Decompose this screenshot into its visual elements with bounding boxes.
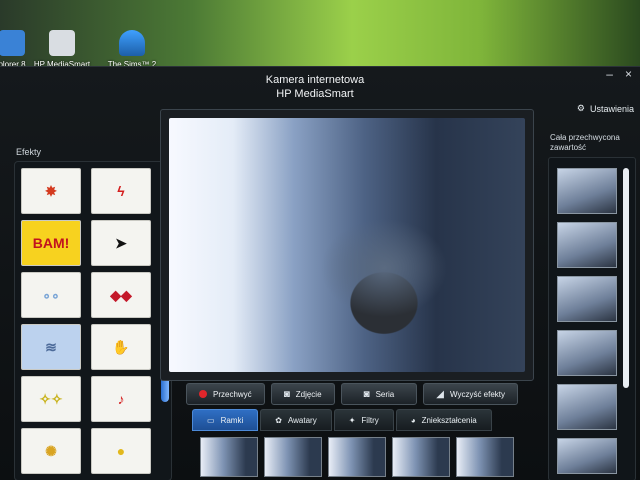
effect-star-burst[interactable]: ✸: [21, 168, 81, 214]
capture-thumbnail[interactable]: [557, 384, 617, 430]
captures-panel: [548, 157, 636, 480]
desktop-icon-sims[interactable]: The Sims™ 2: [96, 30, 168, 69]
live-video-preview: [169, 118, 525, 372]
capture-actions: Przechwyć ◙ Zdjęcie ◙ Seria ◢ Wyczyść ef…: [186, 383, 519, 405]
capture-thumbnail[interactable]: [557, 438, 617, 474]
minimize-button[interactable]: –: [606, 67, 613, 81]
capture-thumbnail[interactable]: [557, 276, 617, 322]
effect-music-note[interactable]: ♪: [91, 376, 151, 422]
capture-thumbnail[interactable]: [557, 168, 617, 214]
frame-thumbnail[interactable]: [264, 437, 322, 477]
camera-icon: ◙: [283, 388, 290, 400]
window-controls: – ×: [606, 67, 632, 81]
effect-fireworks[interactable]: ✺: [21, 428, 81, 474]
tab-label: Awatary: [287, 415, 317, 425]
window-title-line1: Kamera internetowa: [265, 74, 365, 86]
effect-lamp-hand[interactable]: ✋: [91, 324, 151, 370]
effect-tabs: ▭ Ramki ✿ Awatary ✦ Filtry ◕ Zniekształc…: [192, 409, 492, 431]
frame-thumbnail[interactable]: [392, 437, 450, 477]
record-label: Przechwyć: [213, 389, 252, 399]
tab-label: Filtry: [361, 415, 379, 425]
gear-icon: ⚙: [576, 103, 585, 113]
internet-explorer-icon: [0, 30, 25, 56]
captures-label: Cała przechwycona zawartość: [550, 133, 620, 152]
clear-effects-label: Wyczyść efekty: [449, 389, 506, 399]
window-title: Kamera internetowa HP MediaSmart: [210, 73, 420, 101]
record-icon: [199, 390, 207, 398]
effect-bubbles[interactable]: ∘∘: [21, 272, 81, 318]
sims-icon: [119, 30, 145, 56]
burst-label: Seria: [375, 389, 395, 399]
video-frame: [160, 109, 534, 381]
desktop-icon-hp-mediasmart[interactable]: HP MediaSmart: [26, 30, 98, 69]
avatar-icon: ✿: [275, 415, 282, 425]
effect-zigzag[interactable]: ϟ: [91, 168, 151, 214]
effects-label: Efekty: [16, 147, 42, 157]
clear-effects-button[interactable]: ◢ Wyczyść efekty: [423, 383, 519, 405]
effect-ice[interactable]: ≋: [21, 324, 81, 370]
tab-frames[interactable]: ▭ Ramki: [192, 409, 259, 431]
effect-sparks[interactable]: ✧✧: [21, 376, 81, 422]
distortion-icon: ◕: [410, 415, 416, 425]
window-title-line2: HP MediaSmart: [276, 88, 354, 100]
frame-thumbnail[interactable]: [456, 437, 514, 477]
photo-button[interactable]: ◙ Zdjęcie: [270, 383, 335, 405]
tab-distortions[interactable]: ◕ Zniekształcenia: [395, 409, 492, 431]
effects-grid: ✸ ϟ BAM! ➤ ∘∘ ◆◆ ≋ ✋ ✧✧ ♪ ✺ ●: [21, 168, 165, 474]
settings-button[interactable]: ⚙ Ustawienia: [577, 103, 634, 114]
captures-scrollbar[interactable]: [623, 168, 629, 388]
tab-label: Zniekształcenia: [421, 415, 477, 425]
frame-thumbnail[interactable]: [328, 437, 386, 477]
close-button[interactable]: ×: [625, 67, 632, 81]
effect-lips[interactable]: ◆◆: [91, 272, 151, 318]
capture-thumbnail[interactable]: [557, 222, 617, 268]
effect-lightbulb[interactable]: ●: [91, 428, 151, 474]
frame-thumbnail[interactable]: [200, 437, 258, 477]
webcam-window: Kamera internetowa HP MediaSmart – × ⚙ U…: [0, 66, 640, 480]
tab-label: Ramki: [220, 415, 244, 425]
effects-panel: ✸ ϟ BAM! ➤ ∘∘ ◆◆ ≋ ✋ ✧✧ ♪ ✺ ●: [14, 161, 172, 480]
filter-icon: ✦: [348, 415, 356, 425]
record-button[interactable]: Przechwyć: [186, 383, 265, 405]
capture-thumbnail[interactable]: [557, 330, 617, 376]
tab-filters[interactable]: ✦ Filtry: [333, 409, 394, 431]
photo-label: Zdjęcie: [295, 389, 322, 399]
burst-button[interactable]: ◙ Seria: [340, 383, 418, 405]
tab-avatars[interactable]: ✿ Awatary: [260, 409, 332, 431]
burst-camera-icon: ◙: [363, 388, 370, 400]
frame-icon: ▭: [207, 415, 215, 425]
effect-bam[interactable]: BAM!: [21, 220, 81, 266]
effect-bird[interactable]: ➤: [91, 220, 151, 266]
settings-label: Ustawienia: [589, 103, 634, 114]
hp-mediasmart-icon: [49, 30, 75, 56]
frame-thumbnail-strip: [200, 437, 514, 477]
eraser-icon: ◢: [436, 388, 444, 400]
